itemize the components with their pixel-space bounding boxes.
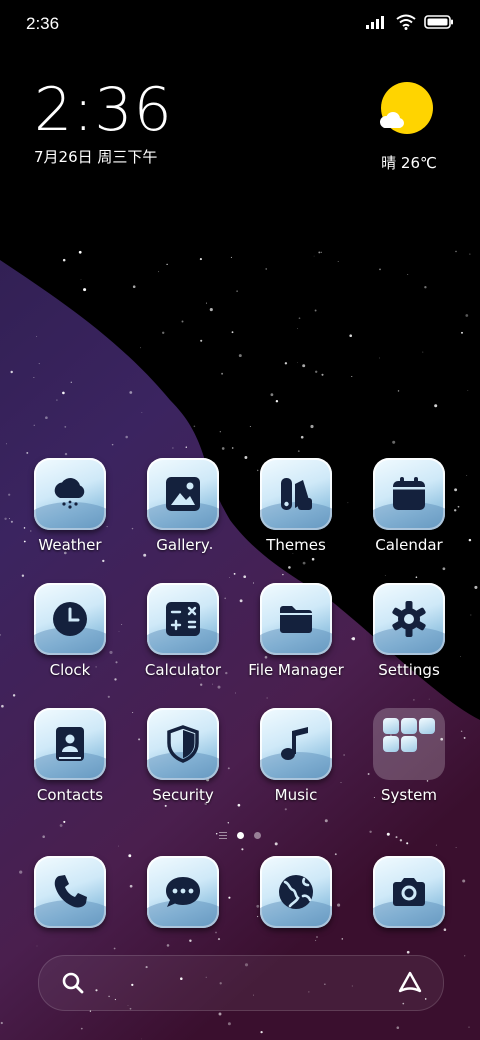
- app-gallery[interactable]: Gallery: [128, 458, 238, 554]
- app-label: Settings: [378, 661, 440, 679]
- app-file-manager[interactable]: File Manager: [241, 583, 351, 679]
- app-contacts[interactable]: Contacts: [15, 708, 125, 804]
- app-label: Contacts: [36, 786, 104, 804]
- status-icons: [366, 14, 454, 30]
- cloud-snow-app-icon: [34, 458, 106, 530]
- app-label: File Manager: [248, 661, 344, 679]
- gear-app-icon: [373, 583, 445, 655]
- calendar-app-icon: [373, 458, 445, 530]
- clock-date: 7月26日 周三下午: [34, 148, 158, 166]
- status-bar: 2:36: [0, 0, 480, 50]
- signal-icon: [366, 16, 384, 29]
- app-label: Security: [152, 786, 214, 804]
- battery-icon: [424, 15, 453, 29]
- app-themes[interactable]: Themes: [241, 458, 351, 554]
- dock-app-phone[interactable]: [15, 856, 125, 928]
- folder-icon: [280, 606, 312, 633]
- shield-app-icon: [147, 708, 219, 780]
- app-label: System: [381, 786, 437, 804]
- sun-cloud-icon: [380, 82, 433, 134]
- app-clock[interactable]: Clock: [15, 583, 125, 679]
- dock-app-message[interactable]: [128, 856, 238, 928]
- app-settings[interactable]: Settings: [354, 583, 464, 679]
- app-label: Calculator: [144, 661, 222, 679]
- shield-icon: [167, 725, 199, 763]
- contacts-book-icon: [56, 727, 84, 761]
- globe-app-icon: [260, 856, 332, 928]
- app-calendar[interactable]: Calendar: [354, 458, 464, 554]
- phone-icon: [54, 875, 87, 908]
- weather-condition: 晴 26℃: [381, 154, 437, 172]
- app-label: Themes: [266, 536, 326, 554]
- message-icon: [166, 877, 200, 907]
- message-app-icon: [147, 856, 219, 928]
- search-bar[interactable]: [38, 955, 444, 1011]
- camera-icon: [393, 878, 425, 906]
- cloud-snow-icon: [54, 478, 85, 509]
- dock-app-camera[interactable]: [354, 856, 464, 928]
- camera-app-icon: [373, 856, 445, 928]
- app-label: Gallery: [156, 536, 210, 554]
- search-icon[interactable]: [61, 971, 85, 995]
- calculator-app-icon: [147, 583, 219, 655]
- status-time: 2:36: [26, 14, 60, 33]
- themes-app-icon: [260, 458, 332, 530]
- weather-widget[interactable]: 晴 26℃: [374, 82, 444, 173]
- app-label: Weather: [38, 536, 102, 554]
- app-label: Clock: [49, 661, 91, 679]
- calculator-icon: [166, 602, 200, 636]
- app-security[interactable]: Security: [128, 708, 238, 804]
- image-icon: [166, 477, 200, 511]
- themes-icon: [281, 478, 312, 510]
- image-app-icon: [147, 458, 219, 530]
- page-indicator-menu: [219, 831, 227, 839]
- music-note-app-icon: [260, 708, 332, 780]
- clock-widget[interactable]: 2:36 7月26日 周三下午: [34, 78, 173, 167]
- clock-time: 2:36: [34, 75, 173, 145]
- clock-app-icon: [34, 583, 106, 655]
- wifi-icon: [396, 14, 416, 30]
- page-dot: [254, 831, 261, 839]
- app-weather[interactable]: Weather: [15, 458, 125, 554]
- music-note-icon: [281, 727, 308, 760]
- dock-app-globe[interactable]: [241, 856, 351, 928]
- clock-icon: [53, 602, 87, 636]
- app-music[interactable]: Music: [241, 708, 351, 804]
- page-dot-active: [237, 831, 244, 839]
- globe-icon: [279, 875, 313, 909]
- app-label: Music: [274, 786, 318, 804]
- app-calculator[interactable]: Calculator: [128, 583, 238, 679]
- assistant-icon[interactable]: [397, 970, 423, 996]
- page-indicator[interactable]: [0, 828, 480, 842]
- app-system[interactable]: System: [354, 708, 464, 804]
- phone-app-icon: [34, 856, 106, 928]
- contacts-book-app-icon: [34, 708, 106, 780]
- folder-grid-icon: [373, 708, 445, 780]
- folder-app-icon: [260, 583, 332, 655]
- gear-icon: [392, 601, 426, 637]
- calendar-icon: [393, 477, 425, 510]
- app-label: Calendar: [375, 536, 443, 554]
